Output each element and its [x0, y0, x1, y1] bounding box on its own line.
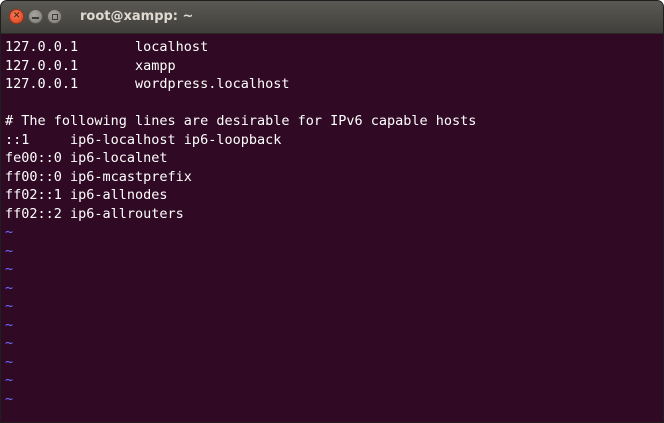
text-line: ff02::1 ip6-allnodes — [5, 187, 168, 203]
terminal-content[interactable]: 127.0.0.1 localhost 127.0.0.1 xampp 127.… — [1, 35, 663, 422]
close-icon: ✕ — [12, 11, 21, 21]
text-line: 127.0.0.1 localhost — [5, 39, 209, 55]
text-line: 127.0.0.1 wordpress.localhost — [5, 76, 290, 92]
empty-line-tilde: ~ — [5, 261, 14, 277]
close-button[interactable]: ✕ — [9, 9, 24, 24]
empty-line-tilde: ~ — [5, 316, 14, 333]
text-line: 127.0.0.1 xampp — [5, 57, 176, 74]
text-line — [5, 94, 663, 113]
minimize-icon — [32, 16, 39, 19]
empty-line-tilde: ~ — [5, 242, 14, 259]
text-line: ff02::2 ip6-allrouters — [5, 205, 184, 222]
empty-line-tilde: ~ — [5, 224, 14, 240]
empty-line-tilde: ~ — [5, 390, 14, 407]
text-line: ff00::0 ip6-mcastprefix — [5, 168, 192, 185]
text-line: fe00::0 ip6-localnet — [5, 150, 168, 166]
text-line: ::1 ip6-localhost ip6-loopback — [5, 131, 282, 148]
text-line: # The following lines are desirable for … — [5, 113, 477, 129]
empty-line-tilde: ~ — [5, 353, 14, 370]
window-title: root@xampp: ~ — [80, 9, 194, 24]
maximize-button[interactable] — [47, 9, 62, 24]
title-bar[interactable]: ✕ root@xampp: ~ — [1, 1, 663, 34]
empty-line-tilde: ~ — [5, 335, 14, 351]
empty-line-tilde: ~ — [5, 279, 14, 296]
empty-line-tilde: ~ — [5, 372, 14, 388]
terminal-window: ✕ root@xampp: ~ 127.0.0.1 localhost 127.… — [0, 0, 664, 423]
empty-line-tilde: ~ — [5, 298, 14, 314]
minimize-button[interactable] — [28, 9, 43, 24]
maximize-icon — [51, 13, 58, 20]
